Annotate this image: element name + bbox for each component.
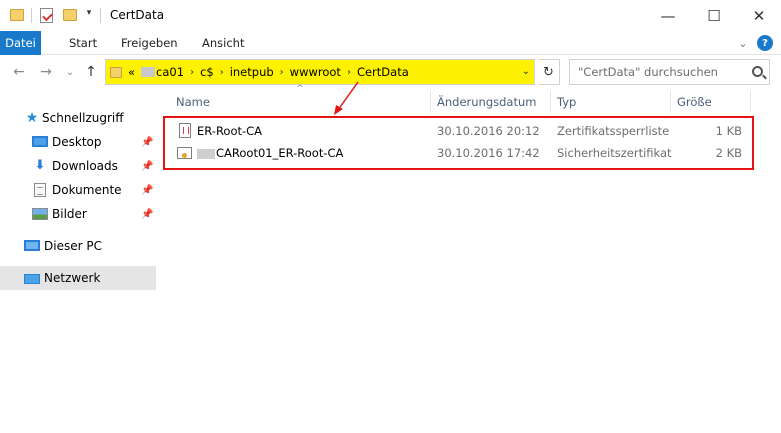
annotation-arrow — [334, 81, 359, 115]
search-placeholder: "CertData" durchsuchen — [578, 65, 718, 79]
separator — [31, 8, 32, 23]
navigation-pane: ★ Schnellzugriff Desktop 📌 ⬇ Downloads 📌… — [0, 94, 156, 433]
separator — [100, 8, 101, 23]
column-divider[interactable] — [750, 91, 751, 113]
chevron-right-icon[interactable]: › — [220, 67, 224, 78]
properties-icon[interactable] — [40, 8, 53, 23]
sort-ascending-icon: ^ — [296, 84, 304, 94]
pin-icon[interactable]: 📌 — [141, 185, 153, 196]
desktop-icon — [32, 136, 48, 147]
up-button[interactable]: ↑ — [81, 62, 101, 82]
ribbon-tabs: Datei Start Freigeben Ansicht ⌄ ? — [0, 31, 781, 55]
chevron-right-icon[interactable]: › — [347, 67, 351, 78]
chevron-right-icon[interactable]: › — [190, 67, 194, 78]
sidebar-item-label: Dokumente — [52, 183, 122, 197]
folder-icon — [110, 66, 122, 78]
recent-locations-dropdown[interactable]: ⌄ — [60, 62, 80, 82]
help-icon[interactable]: ? — [757, 35, 773, 51]
sidebar-item-label: Bilder — [52, 207, 87, 221]
column-divider[interactable] — [550, 91, 551, 113]
expand-ribbon-icon[interactable]: ⌄ — [735, 35, 751, 51]
address-bar[interactable]: « ca01 › c$ › inetpub › wwwroot › CertDa… — [105, 59, 535, 85]
pin-icon[interactable]: 📌 — [141, 137, 153, 148]
annotation-highlight-box — [163, 116, 754, 170]
customize-quick-access-dropdown[interactable]: ▾ — [84, 8, 94, 18]
breadcrumb-ca01[interactable]: ca01 — [156, 65, 184, 79]
pictures-icon — [32, 208, 48, 220]
sidebar-item-this-pc[interactable]: Dieser PC — [0, 234, 156, 258]
chevron-down-icon[interactable]: ⌄ — [522, 66, 530, 77]
tab-start[interactable]: Start — [59, 31, 107, 55]
new-folder-icon[interactable] — [63, 9, 77, 21]
column-header-modified[interactable]: Änderungsdatum — [437, 91, 536, 113]
breadcrumb-certdata[interactable]: CertData — [357, 65, 409, 79]
tab-datei[interactable]: Datei — [0, 31, 41, 55]
column-header-size[interactable]: Größe — [677, 91, 712, 113]
sidebar-item-label: Dieser PC — [44, 239, 102, 253]
column-header-name[interactable]: Name — [176, 91, 210, 113]
forward-button[interactable]: → — [36, 62, 56, 82]
folder-icon — [10, 9, 24, 21]
sidebar-item-desktop[interactable]: Desktop 📌 — [0, 130, 156, 154]
sidebar-item-label: Schnellzugriff — [42, 111, 124, 125]
sidebar-item-label: Downloads — [52, 159, 118, 173]
sidebar-item-label: Desktop — [52, 135, 102, 149]
breadcrumb-overflow[interactable]: « — [128, 65, 135, 79]
search-icon[interactable] — [752, 66, 763, 77]
breadcrumb-wwwroot[interactable]: wwwroot — [290, 65, 341, 79]
sidebar-item-pictures[interactable]: Bilder 📌 — [0, 202, 156, 226]
star-icon: ★ — [25, 110, 39, 126]
sidebar-item-network[interactable]: Netzwerk — [0, 266, 156, 290]
chevron-right-icon[interactable]: › — [280, 67, 284, 78]
minimize-button[interactable]: — — [645, 0, 691, 31]
tab-freigeben[interactable]: Freigeben — [111, 31, 188, 55]
sidebar-item-downloads[interactable]: ⬇ Downloads 📌 — [0, 154, 156, 178]
search-input[interactable]: "CertData" durchsuchen — [569, 59, 770, 85]
documents-icon — [34, 183, 46, 197]
back-button[interactable]: ← — [9, 62, 29, 82]
download-icon: ⬇ — [34, 158, 46, 173]
close-button[interactable]: ✕ — [736, 0, 781, 31]
sidebar-item-quick-access[interactable]: ★ Schnellzugriff — [0, 106, 156, 130]
tab-ansicht[interactable]: Ansicht — [192, 31, 254, 55]
sidebar-item-documents[interactable]: Dokumente 📌 — [0, 178, 156, 202]
breadcrumb-inetpub[interactable]: inetpub — [230, 65, 274, 79]
pin-icon[interactable]: 📌 — [141, 209, 153, 220]
computer-icon — [24, 240, 40, 251]
window-title: CertData — [110, 8, 165, 22]
pin-icon[interactable]: 📌 — [141, 161, 153, 172]
column-divider[interactable] — [670, 91, 671, 113]
column-divider[interactable] — [430, 91, 431, 113]
column-header-type[interactable]: Typ — [557, 91, 576, 113]
refresh-button[interactable]: ↻ — [538, 59, 560, 85]
title-bar: ▾ CertData — ☐ ✕ — [0, 0, 781, 31]
sidebar-item-label: Netzwerk — [44, 271, 101, 285]
redacted-text — [141, 67, 156, 77]
network-icon — [24, 274, 40, 284]
maximize-button[interactable]: ☐ — [691, 0, 737, 31]
breadcrumb-c-share[interactable]: c$ — [200, 65, 214, 79]
